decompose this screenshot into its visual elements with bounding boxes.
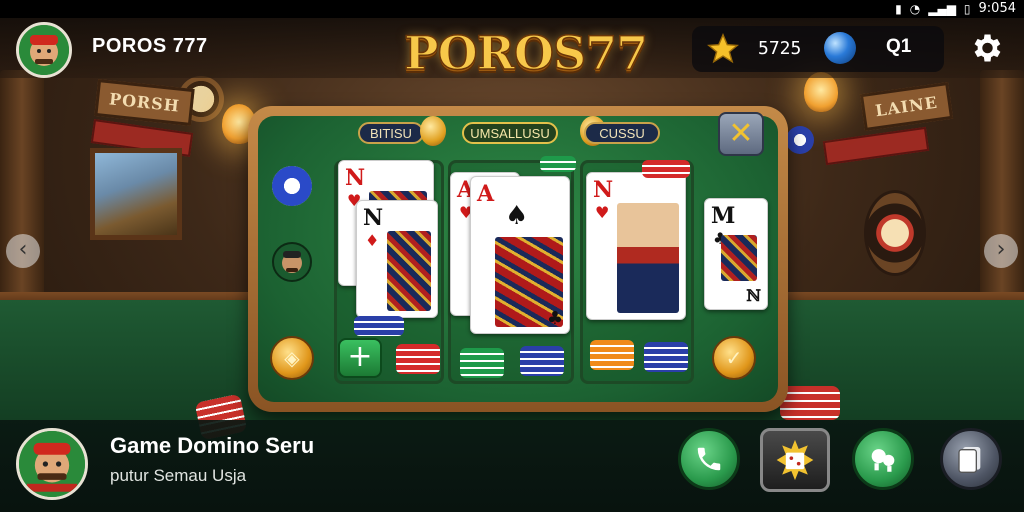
card-rank: N bbox=[363, 205, 384, 231]
card-suit: ♠ bbox=[505, 201, 529, 231]
card-suit: ♦ bbox=[365, 231, 380, 250]
card-rank: N bbox=[345, 165, 366, 191]
signal-icon: ▂▄▆ bbox=[928, 1, 956, 16]
gold-action-button-left[interactable]: ◈ bbox=[270, 336, 314, 380]
chip-stack-red[interactable] bbox=[642, 160, 690, 178]
card-art bbox=[617, 203, 679, 313]
deco-chip-blue bbox=[786, 126, 814, 154]
sim-icon: ▯ bbox=[963, 1, 971, 16]
game-face-icon bbox=[19, 431, 85, 497]
game-subtitle: putur Semau Usja bbox=[110, 466, 247, 485]
gear-icon[interactable] bbox=[968, 30, 1004, 66]
chip-stack-blue[interactable] bbox=[520, 346, 564, 376]
star-icon bbox=[707, 33, 739, 64]
dartboard bbox=[864, 190, 926, 276]
playing-card[interactable]: N ♦ bbox=[356, 200, 438, 318]
card-corner-rank: ℕ bbox=[746, 286, 761, 305]
gift-button[interactable] bbox=[760, 428, 830, 492]
card-rank: N bbox=[593, 177, 614, 203]
tab-bitisu[interactable]: BITISU bbox=[358, 122, 424, 144]
hanging-lamp-right bbox=[804, 72, 838, 112]
globe-icon[interactable] bbox=[824, 32, 856, 64]
gold-action-button-right[interactable]: ✓ bbox=[712, 336, 756, 380]
card-corner-suit: ♣ bbox=[546, 308, 563, 329]
close-icon[interactable]: ✕ bbox=[718, 112, 764, 156]
chip-stack-blue[interactable] bbox=[354, 316, 404, 336]
coin-icon bbox=[420, 116, 446, 146]
chevron-left-icon[interactable]: ‹ bbox=[6, 234, 40, 268]
brand-logo: POROS77 bbox=[403, 25, 649, 81]
player-level: Q1 bbox=[886, 36, 912, 57]
game-avatar[interactable] bbox=[16, 428, 88, 500]
card-art bbox=[387, 231, 431, 311]
chat-icon bbox=[871, 449, 895, 472]
playing-card[interactable]: N ♥ bbox=[586, 172, 686, 320]
status-time: 9:054 bbox=[978, 1, 1016, 16]
add-bet-button[interactable]: + bbox=[338, 338, 382, 378]
chat-button[interactable] bbox=[852, 428, 914, 490]
chip-stack-red[interactable] bbox=[396, 344, 440, 374]
chip-blue-button[interactable] bbox=[272, 166, 312, 206]
phone-icon bbox=[697, 447, 721, 471]
chevron-right-icon[interactable]: › bbox=[984, 234, 1018, 268]
chip-stack-blue[interactable] bbox=[644, 342, 688, 372]
tab-cussu[interactable]: CUSSU bbox=[584, 122, 660, 144]
coin-balance: 5725 bbox=[758, 38, 802, 59]
player-avatar[interactable] bbox=[16, 22, 72, 78]
player-face-icon bbox=[19, 25, 69, 75]
deco-chip-stack-right bbox=[780, 386, 840, 420]
playing-card[interactable]: M ♣ ℕ bbox=[704, 198, 768, 310]
app-title: POROS 777 bbox=[92, 35, 208, 57]
opponent-avatar[interactable] bbox=[272, 242, 312, 282]
card-rank: M bbox=[711, 203, 736, 229]
card-rank: A bbox=[477, 181, 495, 207]
wall-painting bbox=[90, 148, 182, 240]
opponent-face-icon bbox=[282, 251, 302, 273]
chip-stack-green[interactable] bbox=[460, 348, 504, 378]
cards-button[interactable] bbox=[940, 428, 1002, 490]
wifi-icon: ◔ bbox=[909, 1, 921, 16]
phone-button[interactable] bbox=[678, 428, 740, 490]
tab-umsallusu[interactable]: UMSALLUSU bbox=[462, 122, 558, 144]
gift-icon bbox=[776, 439, 814, 481]
system-status-bar: ▮ ◔ ▂▄▆ ▯ 9:054 bbox=[0, 0, 1024, 18]
battery-icon: ▮ bbox=[895, 1, 902, 16]
playing-card[interactable]: A ♠ ♣ bbox=[470, 176, 570, 334]
cards-icon bbox=[958, 447, 981, 473]
card-suit: ♥ bbox=[595, 203, 610, 222]
chip-stack-orange[interactable] bbox=[590, 340, 634, 370]
card-art bbox=[721, 235, 757, 281]
chip-stack-green[interactable] bbox=[540, 156, 576, 172]
game-title: Game Domino Seru bbox=[110, 433, 315, 458]
